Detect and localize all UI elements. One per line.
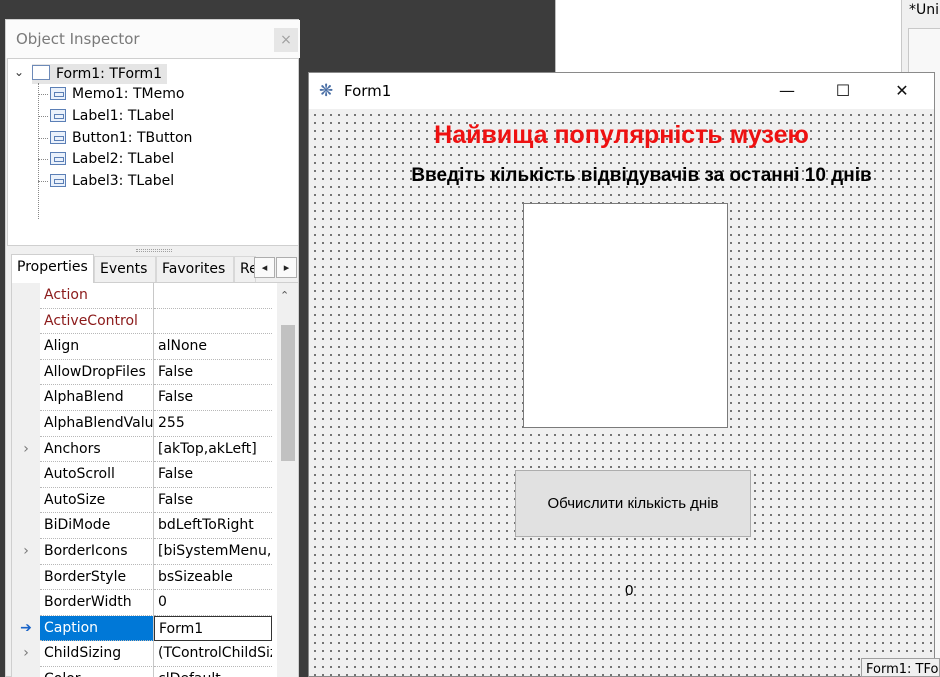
property-name: ActiveControl (40, 308, 154, 335)
property-row[interactable]: AlphaBlend False (12, 385, 272, 411)
chevron-up-icon[interactable]: ⌃ (280, 289, 289, 302)
label2[interactable]: Введіть кількість відвідувачів за останн… (309, 165, 934, 187)
object-inspector-window: Object Inspector × ⌄ Form1: TForm1 Memo1… (5, 19, 300, 677)
property-name: Align (40, 334, 154, 360)
inspector-tabs: Properties Events Favorites Re ◂ ▸ (6, 254, 300, 283)
property-value[interactable]: clDefault (154, 667, 272, 677)
label1[interactable]: Найвища популярність музею (309, 121, 934, 150)
property-row-selected[interactable]: ➔ Caption Form1 (12, 615, 272, 642)
panel-splitter[interactable] (136, 249, 172, 252)
editor-title: *Uni (909, 2, 940, 18)
property-name: BorderStyle (40, 564, 154, 591)
property-name: AlphaBlendValu (40, 411, 154, 437)
property-value-editor[interactable]: Form1 (154, 615, 272, 642)
form-titlebar[interactable]: ❋ Form1 — ☐ ✕ (309, 73, 934, 109)
property-value[interactable] (154, 283, 272, 309)
component-icon (50, 109, 66, 122)
tab-events[interactable]: Events (94, 256, 156, 282)
property-row[interactable]: AlphaBlendValu 255 (12, 411, 272, 437)
memo1[interactable] (523, 203, 728, 428)
property-row[interactable]: Align alNone (12, 334, 272, 360)
property-value[interactable]: (TControlChildSiz (154, 641, 272, 667)
arrow-right-icon: ➔ (12, 615, 40, 642)
property-name: BorderWidth (40, 590, 154, 616)
tab-favorites[interactable]: Favorites (156, 256, 234, 282)
tab-scroll-left-icon[interactable]: ◂ (254, 257, 275, 278)
lazarus-app-icon: ❋ (319, 81, 334, 101)
component-icon (50, 131, 66, 144)
property-name: Caption (40, 615, 154, 642)
object-inspector-title: Object Inspector (6, 20, 300, 58)
property-value[interactable]: False (154, 462, 272, 488)
component-icon (50, 87, 66, 100)
tree-connector (38, 83, 48, 219)
tree-item-label2[interactable]: Label2: TLabel (50, 149, 174, 169)
minimize-icon[interactable]: — (764, 77, 810, 105)
property-row[interactable]: › ChildSizing (TControlChildSiz (12, 641, 272, 667)
button1[interactable]: Обчислити кількість днів (515, 470, 751, 537)
property-value[interactable]: bdLeftToRight (154, 513, 272, 539)
property-grid: Action ActiveControl Align alNone AllowD… (11, 282, 299, 677)
property-row[interactable]: AutoScroll False (12, 462, 272, 488)
property-name: AutoScroll (40, 462, 154, 488)
component-tree: ⌄ Form1: TForm1 Memo1: TMemo Label1: TLa… (7, 58, 299, 246)
property-row[interactable]: Action (12, 283, 272, 309)
property-grid-scrollbar[interactable]: ⌃ (277, 283, 298, 677)
property-name: Action (40, 283, 154, 309)
property-value[interactable]: [akTop,akLeft] (154, 437, 272, 463)
property-value[interactable]: bsSizeable (154, 565, 272, 591)
property-row[interactable]: BorderWidth 0 (12, 590, 272, 616)
property-value[interactable]: 0 (154, 590, 272, 616)
tab-scroll-right-icon[interactable]: ▸ (276, 257, 297, 278)
property-row[interactable]: ActiveControl (12, 308, 272, 335)
expand-chevron-icon[interactable]: › (12, 641, 40, 667)
property-value[interactable]: 255 (154, 411, 272, 437)
expand-chevron-icon[interactable]: › (12, 539, 40, 565)
property-value[interactable] (154, 309, 272, 335)
tree-item-label1[interactable]: Label1: TLabel (50, 106, 174, 126)
property-name: Color (40, 667, 154, 677)
close-icon[interactable]: × (274, 28, 298, 52)
maximize-icon[interactable]: ☐ (820, 77, 866, 105)
label3[interactable]: 0 (625, 582, 633, 599)
tree-item-button1[interactable]: Button1: TButton (50, 128, 192, 148)
property-value[interactable]: False (154, 385, 272, 411)
property-name: BiDiMode (40, 513, 154, 539)
form-title: Form1 (344, 82, 392, 100)
tree-item-memo1[interactable]: Memo1: TMemo (50, 84, 184, 104)
property-name: ChildSizing (40, 641, 154, 667)
component-icon (50, 174, 66, 187)
scrollbar-thumb[interactable] (281, 325, 295, 461)
chevron-down-icon[interactable]: ⌄ (14, 65, 28, 79)
property-row[interactable]: Color clDefault (12, 667, 272, 677)
property-row[interactable]: AutoSize False (12, 487, 272, 514)
property-value[interactable]: False (154, 488, 272, 514)
property-row[interactable]: › BorderIcons [biSystemMenu,l (12, 539, 272, 565)
property-name: AlphaBlend (40, 385, 154, 411)
property-name: AllowDropFiles (40, 359, 154, 386)
property-value[interactable]: alNone (154, 334, 272, 360)
property-value[interactable]: False (154, 360, 272, 386)
property-name: AutoSize (40, 487, 154, 514)
form1-designer-window: ❋ Form1 — ☐ ✕ Найвища популярність музею… (308, 72, 935, 677)
property-row[interactable]: › Anchors [akTop,akLeft] (12, 436, 272, 463)
property-name: BorderIcons (40, 539, 154, 565)
property-value[interactable]: [biSystemMenu,l (154, 539, 272, 565)
tree-item-form1[interactable]: Form1: TForm1 (32, 64, 168, 84)
property-row[interactable]: BorderStyle bsSizeable (12, 564, 272, 591)
property-row[interactable]: AllowDropFiles False (12, 359, 272, 386)
expand-chevron-icon[interactable]: › (12, 436, 40, 463)
property-row[interactable]: BiDiMode bdLeftToRight (12, 513, 272, 539)
form-icon (32, 65, 50, 80)
tab-restricted[interactable]: Re (234, 256, 256, 282)
close-icon[interactable]: ✕ (879, 77, 925, 105)
status-hint: Form1: TFo (861, 658, 940, 677)
tree-item-label3[interactable]: Label3: TLabel (50, 171, 174, 191)
form-client-area: Найвища популярність музею Введіть кільк… (309, 109, 934, 676)
tab-properties[interactable]: Properties (11, 254, 94, 283)
component-icon (50, 152, 66, 165)
property-name: Anchors (40, 436, 154, 463)
